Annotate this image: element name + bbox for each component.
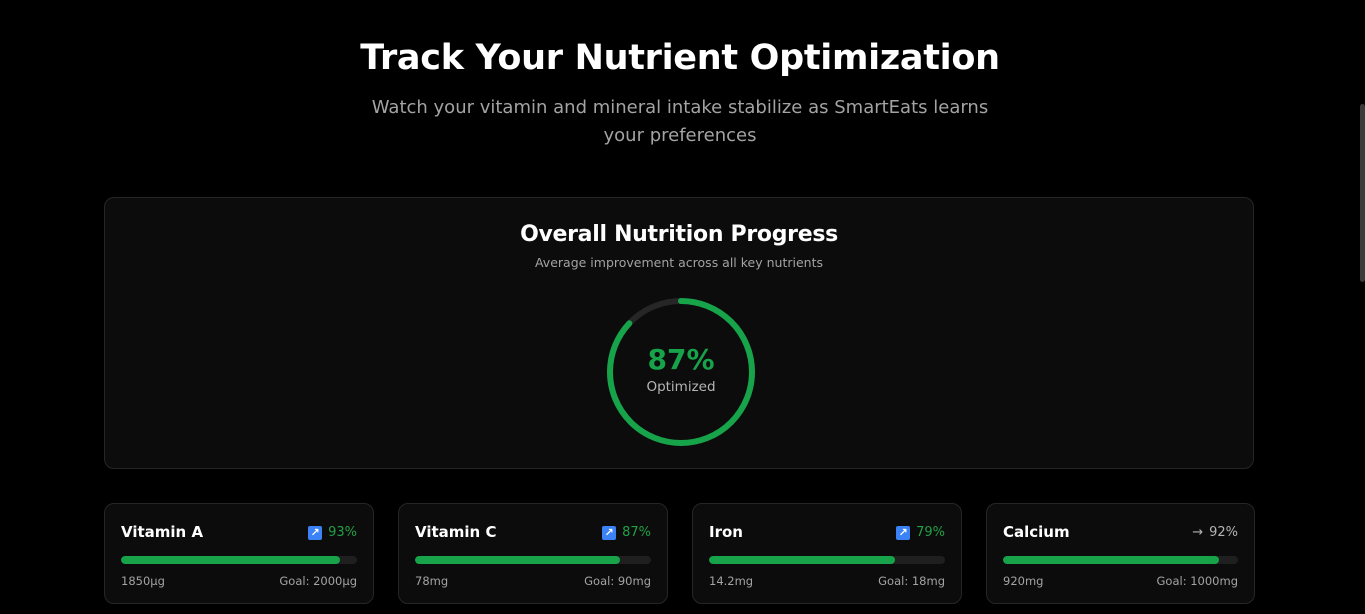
nutrient-current-value: 920mg xyxy=(1003,574,1044,588)
arrow-right-icon: → xyxy=(1192,525,1204,540)
nutrient-progress-fill xyxy=(709,556,896,564)
overall-progress-subtitle: Average improvement across all key nutri… xyxy=(534,255,823,270)
nutrient-name: Iron xyxy=(709,523,743,541)
nutrient-goal: Goal: 1000mg xyxy=(1156,574,1239,588)
progress-ring: 87% Optimized xyxy=(605,296,757,448)
nutrient-goal: Goal: 90mg xyxy=(584,574,651,588)
nutrient-percent: 87% xyxy=(622,525,651,540)
overall-progress-title: Overall Nutrition Progress xyxy=(520,222,838,247)
nutrient-name: Vitamin C xyxy=(415,523,497,541)
nutrient-goal: Goal: 2000µg xyxy=(279,574,357,588)
progress-ring-value: 87% xyxy=(647,343,715,376)
trend-up-icon: ↗ xyxy=(602,525,617,540)
nutrient-percent: 92% xyxy=(1209,525,1238,540)
nutrient-card-vitamin-c: Vitamin C ↗ 87% 78mg Goal: 90mg xyxy=(398,503,668,604)
page-title: Track Your Nutrient Optimization xyxy=(360,38,1000,78)
nutrient-trend: ↗ 93% xyxy=(308,525,357,540)
scrollbar[interactable] xyxy=(1360,104,1365,282)
page-subtitle: Watch your vitamin and mineral intake st… xyxy=(371,97,989,146)
nutrient-progress-bar xyxy=(1003,556,1238,564)
nutrient-progress-bar xyxy=(415,556,651,564)
nutrient-progress-fill xyxy=(415,556,621,564)
nutrient-card-calcium: Calcium → 92% 920mg Goal: 1000mg xyxy=(986,503,1255,604)
nutrient-goal: Goal: 18mg xyxy=(878,574,945,588)
nutrient-card-vitamin-a: Vitamin A ↗ 93% 1850µg Goal: 2000µg xyxy=(104,503,374,604)
nutrient-current-value: 14.2mg xyxy=(709,574,754,588)
trend-up-icon: ↗ xyxy=(308,525,323,540)
nutrient-trend: → 92% xyxy=(1192,525,1238,540)
overall-progress-card: Overall Nutrition Progress Average impro… xyxy=(104,197,1254,469)
progress-ring-label: Optimized xyxy=(646,379,716,395)
nutrient-name: Calcium xyxy=(1003,523,1070,541)
nutrient-progress-fill xyxy=(1003,556,1220,564)
nutrient-trend: ↗ 79% xyxy=(896,525,945,540)
nutrient-percent: 93% xyxy=(328,525,357,540)
nutrient-trend: ↗ 87% xyxy=(602,525,651,540)
nutrient-progress-bar xyxy=(709,556,945,564)
nutrient-progress-bar xyxy=(121,556,357,564)
nutrient-percent: 79% xyxy=(916,525,945,540)
nutrient-current-value: 1850µg xyxy=(121,574,165,588)
nutrient-progress-fill xyxy=(121,556,341,564)
trend-up-icon: ↗ xyxy=(896,525,911,540)
nutrient-name: Vitamin A xyxy=(121,523,204,541)
nutrient-card-iron: Iron ↗ 79% 14.2mg Goal: 18mg xyxy=(692,503,962,604)
page: Track Your Nutrient Optimization Watch y… xyxy=(0,0,1365,614)
nutrient-current-value: 78mg xyxy=(415,574,449,588)
